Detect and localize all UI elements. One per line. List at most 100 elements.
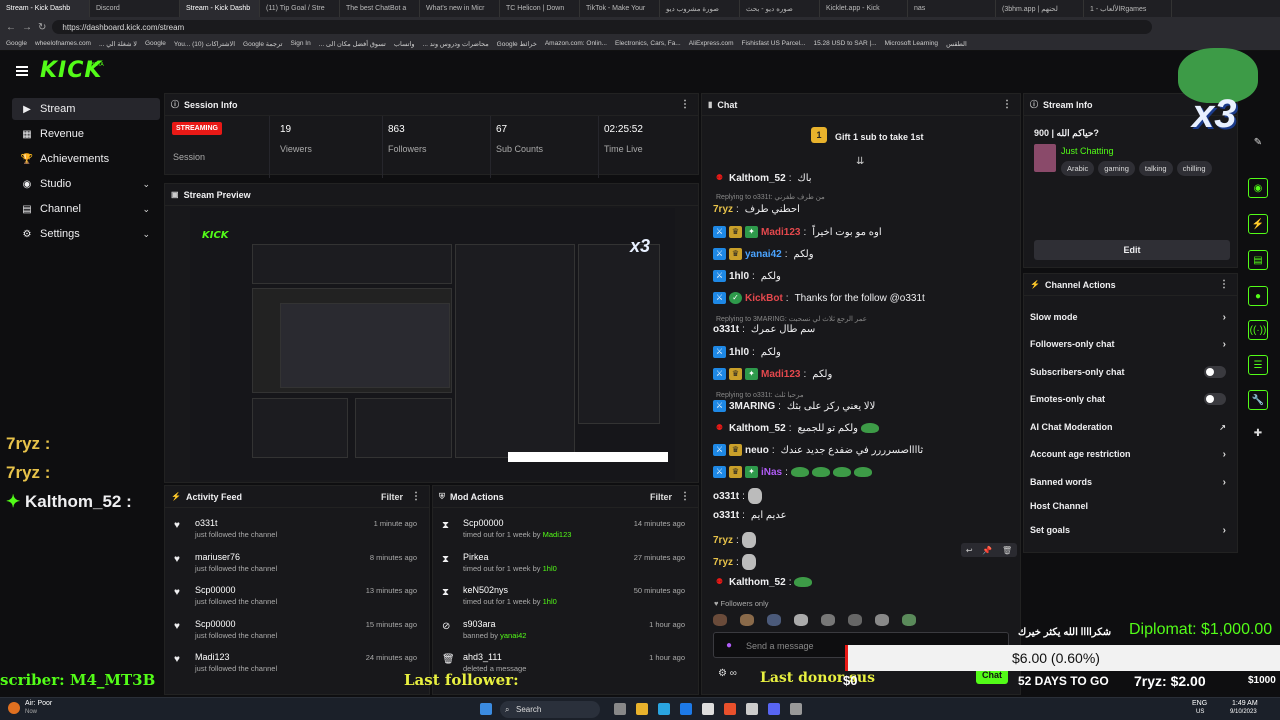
bookmark[interactable]: Fishisfast US Parcel...: [742, 40, 806, 47]
sidebar-item-achievements[interactable]: 🏆 Achievements: [12, 148, 160, 170]
external-link-icon[interactable]: ↗: [1219, 423, 1226, 432]
toggle-switch[interactable]: [1204, 393, 1226, 405]
clock-time[interactable]: 1:49 AM: [1232, 700, 1258, 707]
tag[interactable]: Arabic: [1061, 161, 1095, 176]
task-view-icon[interactable]: [614, 703, 626, 715]
bookmark[interactable]: Google: [6, 40, 27, 47]
mic-icon[interactable]: ●: [726, 640, 732, 651]
chat-username[interactable]: 7ryz: [713, 204, 733, 215]
browser-tab[interactable]: Stream - Kick Dashb: [180, 0, 260, 17]
mod-actor[interactable]: yanai42: [500, 631, 526, 640]
browser-tab[interactable]: TikTok - Make Your: [580, 0, 660, 17]
language-indicator[interactable]: ENG: [1192, 700, 1207, 707]
chat-username[interactable]: neuo: [745, 445, 769, 456]
reload-icon[interactable]: ↻: [38, 22, 46, 33]
chat-bubble-icon[interactable]: ●: [1248, 286, 1268, 306]
tag[interactable]: gaming: [1098, 161, 1135, 176]
chat-username[interactable]: Kalthom_52: [729, 423, 786, 434]
bookmark[interactable]: ... محاضرات ودروس وند: [423, 40, 489, 48]
chat-username[interactable]: yanai42: [745, 249, 782, 260]
list-icon[interactable]: ☰: [1248, 355, 1268, 375]
bookmark[interactable]: Google ترجمة: [243, 40, 282, 48]
list-item[interactable]: ⊘ s903ara banned by yanai42 1 hour ago: [433, 615, 695, 647]
channel-action-set-goals[interactable]: Set goals ›: [1030, 518, 1230, 542]
list-item[interactable]: ♥ o331t just followed the channel 1 minute …: [165, 514, 427, 546]
more-icon[interactable]: ⋮: [680, 99, 690, 110]
sidebar-item-channel[interactable]: ▤ Channel ⌄: [12, 198, 160, 220]
tag[interactable]: talking: [1138, 161, 1173, 176]
pencil-icon[interactable]: ✎: [1248, 133, 1268, 153]
menu-icon[interactable]: [16, 66, 28, 76]
browser-tab[interactable]: nas: [908, 0, 996, 17]
browser-tab[interactable]: Stream - Kick Dashb: [0, 0, 90, 17]
mod-target-user[interactable]: Scp00000: [463, 518, 504, 528]
browser-tab[interactable]: Discord: [90, 0, 180, 17]
camera-icon[interactable]: ◉: [1248, 178, 1268, 198]
app-icon[interactable]: [790, 703, 802, 715]
browser-tab[interactable]: صورة مشروب ديو: [660, 0, 740, 17]
browser-tab[interactable]: (11) Tip Goal / Stre: [260, 0, 340, 17]
edge-icon[interactable]: [658, 703, 670, 715]
file-explorer-icon[interactable]: [636, 703, 648, 715]
list-item[interactable]: ♥ Madi123 just followed the channel 24 minu…: [165, 648, 427, 680]
chat-username[interactable]: o331t: [713, 491, 739, 502]
app-icon[interactable]: [746, 703, 758, 715]
chat-username[interactable]: KickBot: [745, 293, 783, 304]
settings-icon[interactable]: ⚙ ∞: [718, 668, 737, 679]
activity-user[interactable]: Madi123: [195, 652, 230, 662]
store-icon[interactable]: [680, 703, 692, 715]
more-icon[interactable]: ⋮: [1002, 99, 1012, 110]
delete-icon[interactable]: 🗑: [1002, 546, 1012, 555]
browser-tab[interactable]: What's new in Micr: [420, 0, 500, 17]
activity-user[interactable]: o331t: [195, 518, 218, 528]
chat-username[interactable]: 1hl0: [729, 347, 749, 358]
activity-user[interactable]: Scp00000: [195, 585, 236, 595]
reply-icon[interactable]: ↩: [966, 546, 973, 555]
mod-target-user[interactable]: keN502nys: [463, 585, 508, 595]
puzzle-icon[interactable]: ✚: [1248, 424, 1268, 444]
bookmark[interactable]: Amazon.com: Onlin...: [545, 40, 607, 47]
gift-sub-banner[interactable]: Gift 1 sub to take 1st: [835, 132, 924, 142]
bookmark[interactable]: Google: [145, 40, 166, 47]
mod-actor[interactable]: Madi123: [543, 530, 572, 539]
edit-button[interactable]: Edit: [1034, 240, 1230, 260]
weather-label[interactable]: Air: Poor: [25, 700, 52, 707]
chat-username[interactable]: Kalthom_52: [729, 577, 786, 588]
pin-icon[interactable]: ⇊: [856, 156, 864, 167]
channel-action-emotes-only-chat[interactable]: Emotes-only chat: [1030, 387, 1230, 411]
bookmark[interactable]: Microsoft Learning: [885, 40, 938, 47]
wrench-icon[interactable]: 🔧: [1248, 390, 1268, 410]
channel-action-banned-words[interactable]: Banned words ›: [1030, 470, 1230, 494]
chat-username[interactable]: 3MARING: [729, 401, 775, 412]
bookmark[interactable]: Google خرائط: [497, 40, 537, 48]
activity-user[interactable]: mariuser76: [195, 552, 240, 562]
more-icon[interactable]: ⋮: [411, 491, 421, 502]
list-item[interactable]: ⧗ keN502nys timed out for 1 week by 1hl0 50…: [433, 581, 695, 613]
chat-username[interactable]: iNas: [761, 467, 782, 478]
more-icon[interactable]: ⋮: [680, 491, 690, 502]
bookmark[interactable]: 15.28 USD to SAR |...: [813, 40, 876, 47]
document-icon[interactable]: ▤: [1248, 250, 1268, 270]
channel-action-ai-chat-moderation[interactable]: AI Chat Moderation ↗: [1030, 415, 1230, 439]
chat-username[interactable]: 1hl0: [729, 271, 749, 282]
brave-icon[interactable]: [724, 703, 736, 715]
tag[interactable]: chilling: [1176, 161, 1212, 176]
channel-action-host-channel[interactable]: Host Channel: [1030, 494, 1230, 518]
windows-start-icon[interactable]: [480, 703, 492, 715]
browser-tab[interactable]: Kicklet.app - Kick: [820, 0, 908, 17]
filter-button[interactable]: Filter: [650, 492, 672, 502]
chat-username[interactable]: o331t: [713, 510, 739, 521]
bookmark[interactable]: You... الاشتراكات (10): [174, 40, 235, 48]
browser-tab[interactable]: الألعاب - 1Rgames: [1084, 0, 1172, 17]
activity-user[interactable]: Scp00000: [195, 619, 236, 629]
channel-action-subscribers-only-chat[interactable]: Subscribers-only chat: [1030, 360, 1230, 384]
stream-preview-video[interactable]: KICK x3: [190, 208, 675, 480]
chat-username[interactable]: 7ryz: [713, 557, 733, 568]
sidebar-item-stream[interactable]: ▶ Stream: [12, 98, 160, 120]
sidebar-item-studio[interactable]: ◉ Studio ⌄: [12, 173, 160, 195]
toggle-switch[interactable]: [1204, 366, 1226, 378]
mod-target-user[interactable]: Pirkea: [463, 552, 489, 562]
filter-button[interactable]: Filter: [381, 492, 403, 502]
bookmark[interactable]: Sign In: [290, 40, 310, 47]
channel-action-slow-mode[interactable]: Slow mode ›: [1030, 305, 1230, 329]
